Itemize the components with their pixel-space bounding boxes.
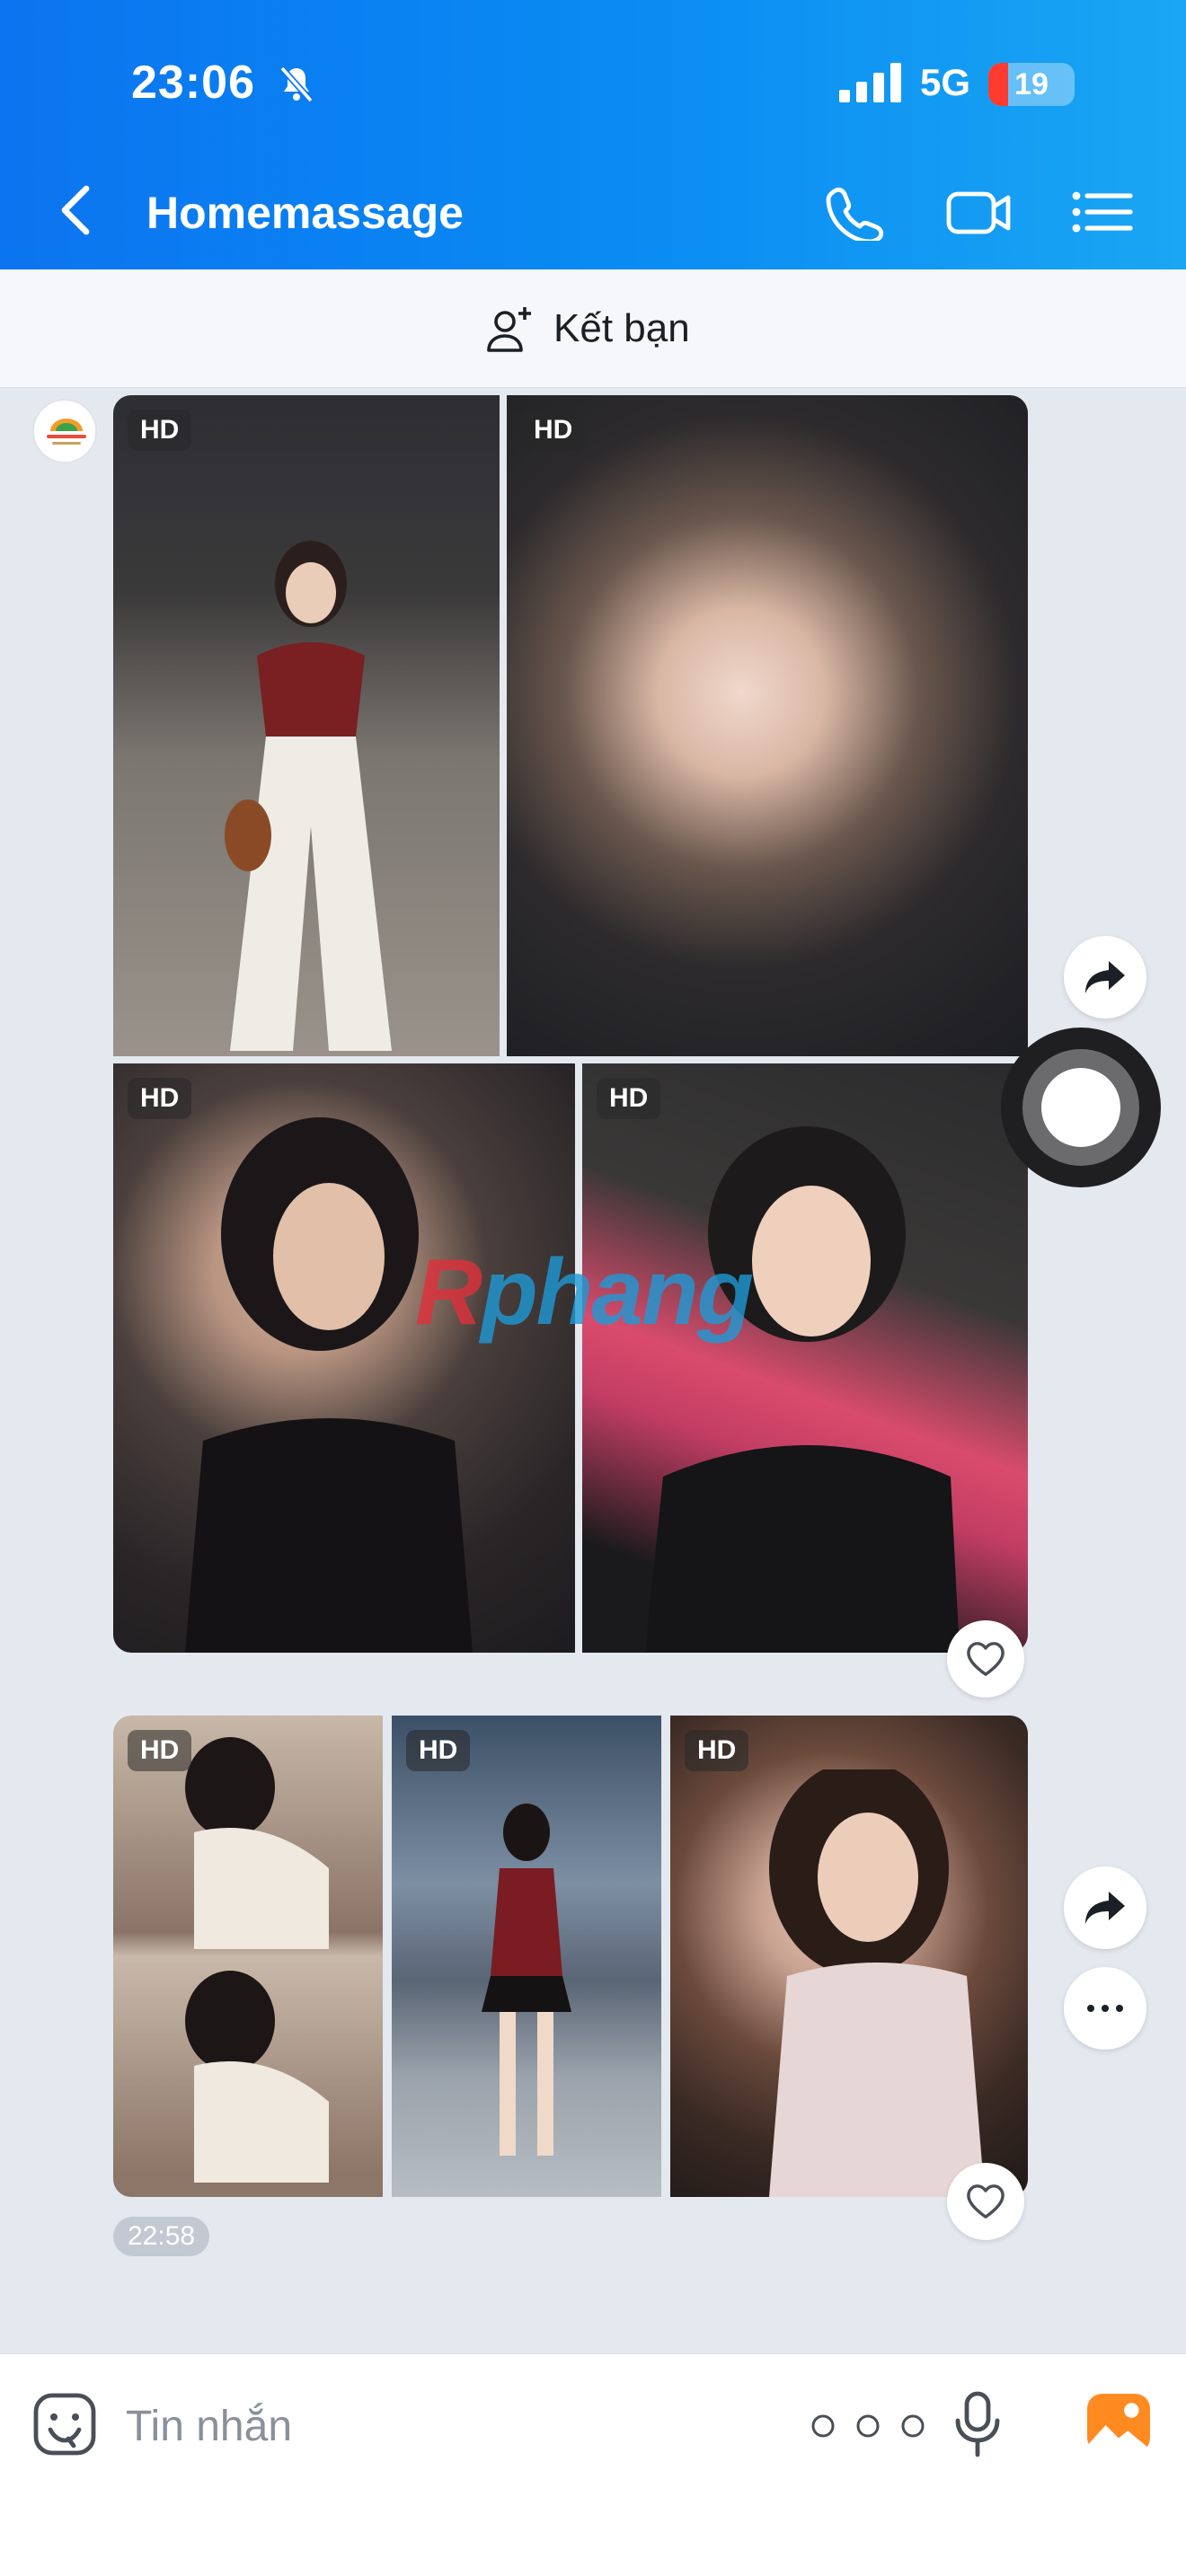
chat-photo[interactable]: HD xyxy=(582,1063,1028,1653)
assistive-touch-ring xyxy=(1022,1049,1139,1166)
react-heart-button[interactable] xyxy=(947,1620,1024,1698)
person-figure xyxy=(645,1126,960,1653)
chat-photo[interactable]: HD xyxy=(670,1716,1028,2197)
forward-arrow-icon xyxy=(1085,1892,1125,1924)
chat-header: 23:06 5G 19 Homemassage xyxy=(0,0,1186,269)
assistive-touch-button[interactable] xyxy=(1001,1028,1161,1187)
person-figure xyxy=(769,1769,985,2197)
person-figure xyxy=(185,1737,329,2183)
chat-photo[interactable]: HD xyxy=(113,395,500,1056)
network-type: 5G xyxy=(920,61,971,103)
watermark-rest: phang xyxy=(481,1240,754,1345)
list-menu-icon[interactable] xyxy=(1067,183,1139,241)
watermark-first: R xyxy=(415,1240,482,1345)
more-dots-icon xyxy=(1087,2005,1123,2012)
nav-bar: Homemassage xyxy=(0,162,1186,260)
hd-badge: HD xyxy=(128,1078,192,1119)
add-friend-button[interactable]: Kết bạn xyxy=(485,302,690,356)
cellular-signal-icon xyxy=(839,63,901,102)
heart-icon xyxy=(967,1642,1005,1676)
chat-photo[interactable]: HD xyxy=(392,1716,661,2197)
forward-button[interactable] xyxy=(1064,936,1146,1019)
friend-request-bar: Kết bạn xyxy=(0,269,1186,388)
chevron-left-icon[interactable] xyxy=(54,183,101,237)
person-figure xyxy=(482,1804,571,2156)
react-heart-button[interactable] xyxy=(947,2163,1024,2240)
voice-mic-icon[interactable] xyxy=(951,2390,1005,2458)
hd-badge: HD xyxy=(685,1730,749,1771)
brand-logo-icon xyxy=(36,402,95,462)
person-figure xyxy=(185,1117,473,1653)
message-timestamp: 22:58 xyxy=(113,2217,210,2256)
gallery-icon[interactable] xyxy=(1085,2390,1152,2457)
chat-photo[interactable]: HD xyxy=(113,1063,575,1653)
bell-slash-icon xyxy=(279,66,314,103)
assistive-touch-core xyxy=(1041,1068,1120,1147)
hd-badge: HD xyxy=(597,1078,661,1119)
message-input[interactable] xyxy=(126,2394,755,2458)
person-figure xyxy=(225,541,392,1051)
conversation-title[interactable]: Homemassage xyxy=(146,187,464,239)
chat-photo[interactable]: HD xyxy=(113,1716,383,2197)
chat-photo[interactable]: HD xyxy=(507,395,1028,1056)
video-camera-icon[interactable] xyxy=(943,183,1015,241)
heart-icon xyxy=(967,2184,1005,2219)
battery-indicator: 19 xyxy=(988,63,1075,106)
status-bar: 23:06 5G 19 xyxy=(0,52,1186,124)
forward-button[interactable] xyxy=(1064,1866,1146,1949)
forward-arrow-icon xyxy=(1085,961,1125,993)
phone-icon[interactable] xyxy=(821,183,893,241)
battery-percentage: 19 xyxy=(1014,67,1049,101)
avatar[interactable] xyxy=(32,399,97,463)
message-options-button[interactable] xyxy=(1064,1967,1146,2050)
hd-badge: HD xyxy=(521,410,586,451)
hd-badge: HD xyxy=(128,410,192,451)
clock-time: 23:06 xyxy=(131,57,255,109)
sticker-icon[interactable] xyxy=(32,2392,97,2457)
more-dots-icon[interactable] xyxy=(809,2412,927,2440)
add-user-icon xyxy=(487,307,531,352)
message-composer xyxy=(0,2353,1186,2576)
watermark: Rphang xyxy=(415,1239,754,1346)
add-friend-label: Kết bạn xyxy=(553,306,690,350)
hd-badge: HD xyxy=(128,1730,192,1771)
hd-badge: HD xyxy=(406,1730,471,1771)
